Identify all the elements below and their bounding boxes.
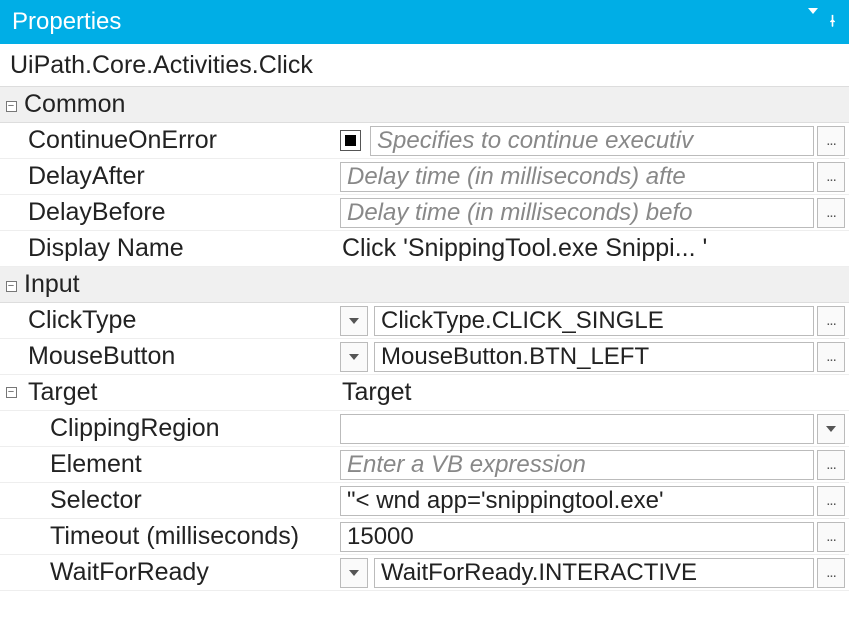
- prop-clipping-region: ClippingRegion: [0, 411, 849, 447]
- prop-mouse-button: MouseButton MouseButton.BTN_LEFT ...: [0, 339, 849, 375]
- properties-title-bar: Properties: [0, 0, 849, 44]
- ellipsis-button[interactable]: ...: [817, 522, 845, 552]
- wait-for-ready-value[interactable]: WaitForReady.INTERACTIVE: [374, 558, 814, 588]
- prop-click-type: ClickType ClickType.CLICK_SINGLE ...: [0, 303, 849, 339]
- ellipsis-button[interactable]: ...: [817, 450, 845, 480]
- category-label: Common: [22, 90, 125, 119]
- wait-for-ready-dropdown-toggle[interactable]: [340, 558, 368, 588]
- prop-label: ContinueOnError: [22, 123, 340, 158]
- category-label: Input: [22, 270, 80, 299]
- selector-input[interactable]: "< wnd app='snippingtool.exe': [340, 486, 814, 516]
- prop-label: Timeout (milliseconds): [44, 519, 340, 554]
- clipping-region-input[interactable]: [340, 414, 814, 444]
- prop-label: Selector: [44, 483, 340, 518]
- prop-label: ClippingRegion: [44, 411, 340, 446]
- delay-before-input[interactable]: Delay time (in milliseconds) befo: [340, 198, 814, 228]
- pin-icon[interactable]: [826, 14, 839, 30]
- prop-selector: Selector "< wnd app='snippingtool.exe' .…: [0, 483, 849, 519]
- ellipsis-button[interactable]: ...: [817, 486, 845, 516]
- clipping-region-dropdown-toggle[interactable]: [817, 414, 845, 444]
- dropdown-icon[interactable]: [808, 14, 818, 30]
- prop-label: MouseButton: [22, 339, 340, 374]
- click-type-value[interactable]: ClickType.CLICK_SINGLE: [374, 306, 814, 336]
- panel-title: Properties: [12, 8, 121, 36]
- continue-on-error-input[interactable]: Specifies to continue executiv: [370, 126, 814, 156]
- prop-delay-after: DelayAfter Delay time (in milliseconds) …: [0, 159, 849, 195]
- collapse-icon[interactable]: −: [0, 277, 22, 292]
- prop-label: DelayBefore: [22, 195, 340, 230]
- ellipsis-button[interactable]: ...: [817, 162, 845, 192]
- prop-wait-for-ready: WaitForReady WaitForReady.INTERACTIVE ..…: [0, 555, 849, 591]
- ellipsis-button[interactable]: ...: [817, 126, 845, 156]
- collapse-icon[interactable]: −: [0, 375, 22, 410]
- prop-label: Target: [22, 375, 340, 410]
- prop-label: DelayAfter: [22, 159, 340, 194]
- ellipsis-button[interactable]: ...: [817, 306, 845, 336]
- mouse-button-dropdown-toggle[interactable]: [340, 342, 368, 372]
- category-common[interactable]: − Common: [0, 87, 849, 123]
- prop-display-name: Display Name Click 'SnippingTool.exe Sni…: [0, 231, 849, 267]
- mouse-button-value[interactable]: MouseButton.BTN_LEFT: [374, 342, 814, 372]
- element-input[interactable]: Enter a VB expression: [340, 450, 814, 480]
- target-value[interactable]: Target: [340, 378, 845, 407]
- delay-after-input[interactable]: Delay time (in milliseconds) afte: [340, 162, 814, 192]
- prop-label: Element: [44, 447, 340, 482]
- ellipsis-button[interactable]: ...: [817, 558, 845, 588]
- property-grid: − Common ContinueOnError Specifies to co…: [0, 87, 849, 591]
- prop-delay-before: DelayBefore Delay time (in milliseconds)…: [0, 195, 849, 231]
- timeout-input[interactable]: 15000: [340, 522, 814, 552]
- prop-label: Display Name: [22, 231, 340, 266]
- prop-label: ClickType: [22, 303, 340, 338]
- prop-timeout: Timeout (milliseconds) 15000 ...: [0, 519, 849, 555]
- prop-continue-on-error: ContinueOnError Specifies to continue ex…: [0, 123, 849, 159]
- collapse-icon[interactable]: −: [0, 97, 22, 112]
- ellipsis-button[interactable]: ...: [817, 342, 845, 372]
- display-name-value[interactable]: Click 'SnippingTool.exe Snippi... ': [340, 234, 845, 263]
- prop-label: WaitForReady: [44, 555, 340, 590]
- category-input[interactable]: − Input: [0, 267, 849, 303]
- prop-element: Element Enter a VB expression ...: [0, 447, 849, 483]
- activity-class-name: UiPath.Core.Activities.Click: [0, 44, 849, 87]
- prop-target: − Target Target: [0, 375, 849, 411]
- continue-on-error-checkbox[interactable]: [340, 130, 361, 151]
- click-type-dropdown-toggle[interactable]: [340, 306, 368, 336]
- ellipsis-button[interactable]: ...: [817, 198, 845, 228]
